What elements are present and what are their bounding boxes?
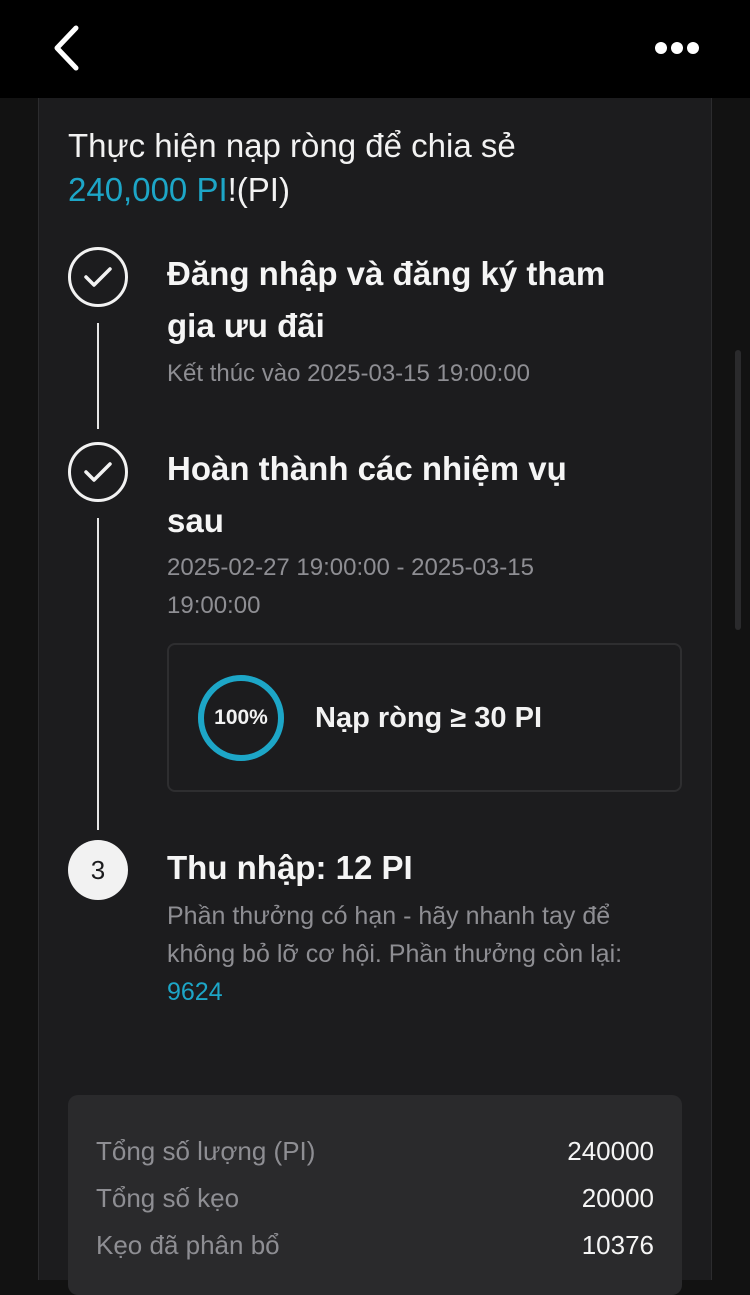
stat-label: Kẹo đã phân bổ — [96, 1229, 280, 1260]
more-options-button[interactable] — [648, 28, 706, 68]
step-connector — [97, 323, 99, 429]
headline-prefix: Thực hiện nạp ròng để chia sẻ — [68, 127, 516, 164]
stat-row: Kẹo đã phân bổ 10376 — [96, 1225, 654, 1265]
step-3-description: Phần thưởng có hạn - hãy nhanh tay để khô… — [167, 902, 623, 1006]
stat-value: 240000 — [567, 1135, 654, 1166]
step-2-title: Hoàn thành các nhiệm vụ sau — [167, 450, 567, 539]
progress-percent: 100% — [214, 706, 268, 729]
top-bar — [0, 0, 750, 98]
stat-label: Tổng số lượng (PI) — [96, 1135, 316, 1166]
more-horizontal-icon — [655, 42, 699, 54]
stat-row: Tổng số kẹo 20000 — [96, 1178, 654, 1218]
check-circle-icon — [68, 442, 128, 502]
stat-value: 10376 — [581, 1229, 654, 1260]
scrollbar[interactable] — [735, 350, 741, 630]
step-1-end-date: Kết thúc vào 2025-03-15 19:00:00 — [167, 360, 530, 387]
step-1-title: Đăng nhập và đăng ký tham gia ưu đãi — [167, 255, 606, 344]
headline-suffix: !(PI) — [227, 171, 290, 208]
step-connector — [97, 518, 99, 830]
task-label: Nạp ròng ≥ 30 PI — [315, 702, 543, 734]
headline-amount: 240,000 PI — [68, 171, 228, 208]
stat-value: 20000 — [581, 1182, 654, 1213]
stat-row: Tổng số lượng (PI) 240000 — [96, 1131, 654, 1171]
step-3-title: Thu nhập: 12 PI — [167, 849, 413, 886]
remaining-rewards: 9624 — [167, 978, 223, 1006]
stat-label: Tổng số kẹo — [96, 1182, 240, 1213]
check-circle-icon — [68, 247, 128, 307]
step-2-date-range: 2025-02-27 19:00:00 - 2025-03-15 19:00:00 — [167, 554, 534, 619]
step-3-number-badge: 3 — [68, 840, 128, 900]
back-button[interactable] — [44, 22, 88, 74]
page-title: Thực hiện nạp ròng để chia sẻ 240,000 PI… — [68, 124, 668, 212]
chevron-left-icon — [54, 25, 79, 71]
